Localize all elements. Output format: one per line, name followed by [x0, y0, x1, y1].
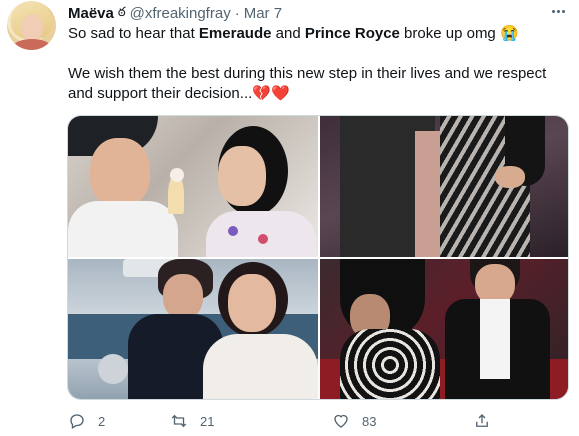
tweet-date[interactable]: Mar 7 [244, 5, 282, 22]
heart-icon [334, 414, 348, 428]
reply-count: 2 [98, 413, 106, 429]
retweet-icon [171, 414, 187, 428]
more-options-icon[interactable] [546, 1, 570, 21]
display-name[interactable]: Maëva [68, 5, 114, 22]
text-segment: broke up omg 😭 [399, 25, 519, 42]
retweet-button[interactable]: 21 [170, 410, 214, 432]
tweet-text-line-1: So sad to hear that Emeraude and Prince … [68, 24, 519, 44]
share-icon [476, 414, 488, 427]
reply-icon [70, 414, 84, 429]
separator-dot: · [234, 4, 240, 22]
mention-emeraude: Emeraude [198, 25, 272, 42]
media-grid [67, 115, 569, 400]
mention-prince-royce: Prince Royce [304, 25, 400, 42]
share-button[interactable] [473, 410, 491, 432]
avatar[interactable] [7, 1, 56, 50]
photo-couple-embrace[interactable] [320, 116, 568, 257]
photo-couple-ice-cream[interactable] [68, 116, 318, 257]
tweet-text-line-3: and support their decision...💔❤️ [68, 85, 290, 102]
text-segment: and [271, 25, 305, 42]
photo-couple-red-carpet[interactable] [320, 259, 568, 399]
like-count: 83 [362, 413, 377, 429]
text-segment: So sad to hear that [68, 25, 199, 42]
user-handle[interactable]: @xfreakingfray [130, 5, 231, 22]
tweet-text-line-2: We wish them the best during this new st… [68, 65, 547, 82]
photo-couple-wedding[interactable] [68, 259, 318, 399]
tweet[interactable]: Maëva ఠ @xfreakingfray · Mar 7 So sad to… [0, 0, 579, 436]
tweet-header: Maëva ఠ @xfreakingfray · Mar 7 [68, 3, 282, 23]
retweet-count: 21 [200, 413, 215, 429]
reply-button[interactable]: 2 [68, 410, 105, 432]
like-button[interactable]: 83 [332, 410, 376, 432]
tweet-actions: 2 21 83 [68, 410, 508, 432]
name-emoji: ఠ [117, 3, 126, 19]
